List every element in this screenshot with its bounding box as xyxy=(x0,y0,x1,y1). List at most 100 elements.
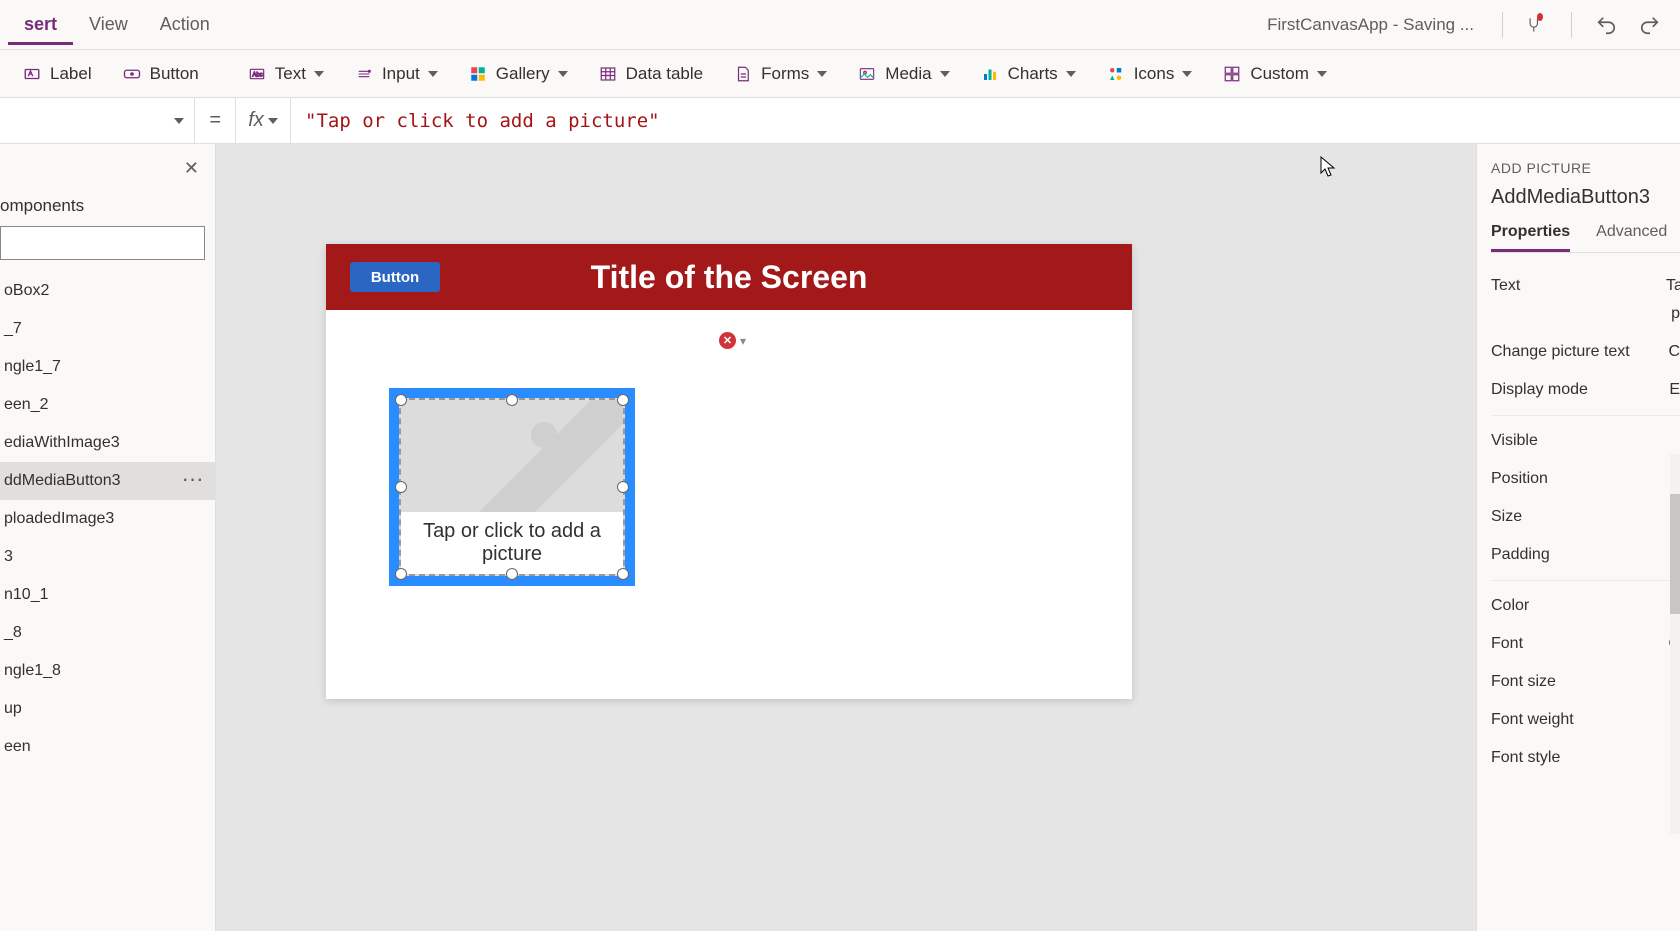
insert-custom-button[interactable]: Custom xyxy=(1210,58,1339,90)
tree-item[interactable]: _7 xyxy=(0,310,215,348)
chevron-down-icon xyxy=(314,71,324,77)
add-picture-control-selected[interactable]: Tap or click to add a picture xyxy=(389,388,635,586)
prop-label: Color xyxy=(1491,597,1529,615)
tree-item-label: 3 xyxy=(4,548,13,566)
insert-datatable-text: Data table xyxy=(626,64,704,84)
tree-item-label: ploadedImage3 xyxy=(4,510,114,528)
add-picture-inner[interactable]: Tap or click to add a picture xyxy=(399,398,625,576)
resize-handle[interactable] xyxy=(395,568,407,580)
app-screen[interactable]: Button Title of the Screen ✕ ▾ Tap or cl… xyxy=(326,244,1132,699)
chevron-down-icon xyxy=(558,71,568,77)
tree-search-input[interactable] xyxy=(0,226,205,260)
prop-row-position[interactable]: Position 1 xyxy=(1491,460,1680,498)
prop-row-visible[interactable]: Visible xyxy=(1491,422,1680,460)
add-picture-text: Tap or click to add a picture xyxy=(401,512,623,574)
tab-properties[interactable]: Properties xyxy=(1491,223,1570,252)
tree-item-label: ddMediaButton3 xyxy=(4,472,121,490)
charts-icon xyxy=(980,64,1000,84)
insert-button-button[interactable]: Button xyxy=(110,58,211,90)
tree-item[interactable]: ngle1_8 xyxy=(0,652,215,690)
prop-row-text[interactable]: Text Ta xyxy=(1491,267,1680,305)
properties-panel: ADD PICTURE AddMediaButton3 Properties A… xyxy=(1476,144,1680,931)
tab-action[interactable]: Action xyxy=(144,4,226,45)
tree-item[interactable]: ediaWithImage3 xyxy=(0,424,215,462)
prop-label: Font xyxy=(1491,635,1523,653)
prop-row-font-weight[interactable]: Font weight S xyxy=(1491,701,1680,739)
prop-label: Size xyxy=(1491,508,1522,526)
tree-view-panel: ✕ omponents oBox2_7ngle1_7een_2ediaWithI… xyxy=(0,144,216,931)
insert-charts-button[interactable]: Charts xyxy=(968,58,1088,90)
insert-datatable-button[interactable]: Data table xyxy=(586,58,716,90)
resize-handle[interactable] xyxy=(506,568,518,580)
more-icon[interactable]: ··· xyxy=(183,472,205,490)
tab-advanced[interactable]: Advanced xyxy=(1596,223,1667,252)
tree-item[interactable]: ddMediaButton3 ··· xyxy=(0,462,215,500)
tree-item[interactable]: een xyxy=(0,728,215,766)
header-button-control[interactable]: Button xyxy=(350,262,440,292)
tree-item[interactable]: n10_1 xyxy=(0,576,215,614)
insert-custom-text: Custom xyxy=(1250,64,1309,84)
insert-icons-text: Icons xyxy=(1134,64,1175,84)
fx-button[interactable]: fx xyxy=(235,98,291,143)
tree-item[interactable]: ploadedImage3 xyxy=(0,500,215,538)
redo-icon[interactable] xyxy=(1638,13,1662,37)
resize-handle[interactable] xyxy=(617,394,629,406)
formula-bar: = fx "Tap or click to add a picture" xyxy=(0,98,1680,144)
canvas-area[interactable]: Button Title of the Screen ✕ ▾ Tap or cl… xyxy=(216,144,1476,931)
prop-label: Visible xyxy=(1491,432,1538,450)
prop-row-size[interactable]: Size 3 xyxy=(1491,498,1680,536)
prop-row-change-picture-text[interactable]: Change picture text C xyxy=(1491,333,1680,371)
prop-label: Font style xyxy=(1491,749,1560,767)
chevron-down-icon xyxy=(1066,71,1076,77)
prop-row-font-size[interactable]: Font size xyxy=(1491,663,1680,701)
tree-item[interactable]: ngle1_7 xyxy=(0,348,215,386)
resize-handle[interactable] xyxy=(617,481,629,493)
tree-item-label: _7 xyxy=(4,320,22,338)
insert-label-button[interactable]: Label xyxy=(10,58,104,90)
insert-ribbon: Label Button Abc Text Input Gallery Data… xyxy=(0,50,1680,98)
insert-forms-button[interactable]: Forms xyxy=(721,58,839,90)
prop-row-display-mode[interactable]: Display mode E xyxy=(1491,371,1680,409)
property-selector[interactable] xyxy=(0,98,195,143)
button-icon xyxy=(122,64,142,84)
app-checker-icon[interactable] xyxy=(1525,13,1549,37)
insert-text-button[interactable]: Abc Text xyxy=(235,58,336,90)
tree-item-label: up xyxy=(4,700,22,718)
tab-insert[interactable]: sert xyxy=(8,4,73,45)
prop-label: Font size xyxy=(1491,673,1556,691)
tree-item[interactable]: _8 xyxy=(0,614,215,652)
notification-dot xyxy=(1537,13,1543,21)
resize-handle[interactable] xyxy=(617,568,629,580)
resize-handle[interactable] xyxy=(395,394,407,406)
insert-icons-button[interactable]: Icons xyxy=(1094,58,1205,90)
prop-label: Font weight xyxy=(1491,711,1574,729)
resize-handle[interactable] xyxy=(395,481,407,493)
icons-icon xyxy=(1106,64,1126,84)
insert-media-button[interactable]: Media xyxy=(845,58,961,90)
prop-row-text-line2: p xyxy=(1491,305,1680,333)
prop-row-font[interactable]: Font C xyxy=(1491,625,1680,663)
insert-gallery-button[interactable]: Gallery xyxy=(456,58,580,90)
text-icon: Abc xyxy=(247,64,267,84)
menu-bar: sert View Action FirstCanvasApp - Saving… xyxy=(0,0,1680,50)
tree-item[interactable]: oBox2 xyxy=(0,272,215,310)
prop-row-color[interactable]: Color xyxy=(1491,587,1680,625)
fx-label: fx xyxy=(248,109,264,132)
undo-icon[interactable] xyxy=(1594,13,1618,37)
close-icon[interactable]: ✕ xyxy=(184,158,199,179)
error-indicator[interactable]: ✕ ▾ xyxy=(719,332,746,349)
prop-label: Position xyxy=(1491,470,1548,488)
formula-input[interactable]: "Tap or click to add a picture" xyxy=(291,110,1680,132)
tab-view[interactable]: View xyxy=(73,4,144,45)
insert-input-button[interactable]: Input xyxy=(342,58,450,90)
tree-item[interactable]: 3 xyxy=(0,538,215,576)
resize-handle[interactable] xyxy=(506,394,518,406)
prop-row-padding[interactable]: Padding xyxy=(1491,536,1680,574)
equals-sign: = xyxy=(195,109,235,132)
tree-item-label: een xyxy=(4,738,31,756)
prop-row-font-style[interactable]: Font style xyxy=(1491,739,1680,777)
prop-label: Padding xyxy=(1491,546,1550,564)
tree-item[interactable]: een_2 xyxy=(0,386,215,424)
app-title: FirstCanvasApp - Saving ... xyxy=(1267,15,1490,35)
tree-item[interactable]: up xyxy=(0,690,215,728)
